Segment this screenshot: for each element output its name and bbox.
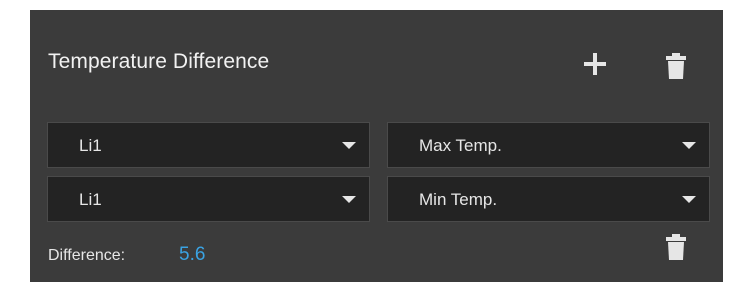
trash-icon xyxy=(666,234,686,260)
source-select-1[interactable]: Li1 xyxy=(47,122,370,168)
plus-icon xyxy=(584,53,606,75)
chevron-down-icon xyxy=(682,196,696,203)
difference-value: 5.6 xyxy=(179,244,206,265)
temperature-difference-panel: Temperature Difference Li1 Max Temp. Li1… xyxy=(30,10,723,282)
difference-label: Difference: xyxy=(48,247,126,264)
trash-icon xyxy=(666,53,686,79)
source-select-2[interactable]: Li1 xyxy=(47,176,370,222)
chevron-down-icon xyxy=(342,196,356,203)
source-select-1-value: Li1 xyxy=(79,136,102,155)
add-button[interactable] xyxy=(582,51,608,77)
delete-difference-button[interactable] xyxy=(666,234,686,260)
metric-select-2-value: Min Temp. xyxy=(419,190,498,209)
metric-select-1[interactable]: Max Temp. xyxy=(387,122,710,168)
metric-select-1-value: Max Temp. xyxy=(419,136,502,155)
delete-panel-button[interactable] xyxy=(666,53,686,79)
chevron-down-icon xyxy=(342,142,356,149)
chevron-down-icon xyxy=(682,142,696,149)
metric-select-2[interactable]: Min Temp. xyxy=(387,176,710,222)
panel-title: Temperature Difference xyxy=(48,50,270,73)
source-select-2-value: Li1 xyxy=(79,190,102,209)
